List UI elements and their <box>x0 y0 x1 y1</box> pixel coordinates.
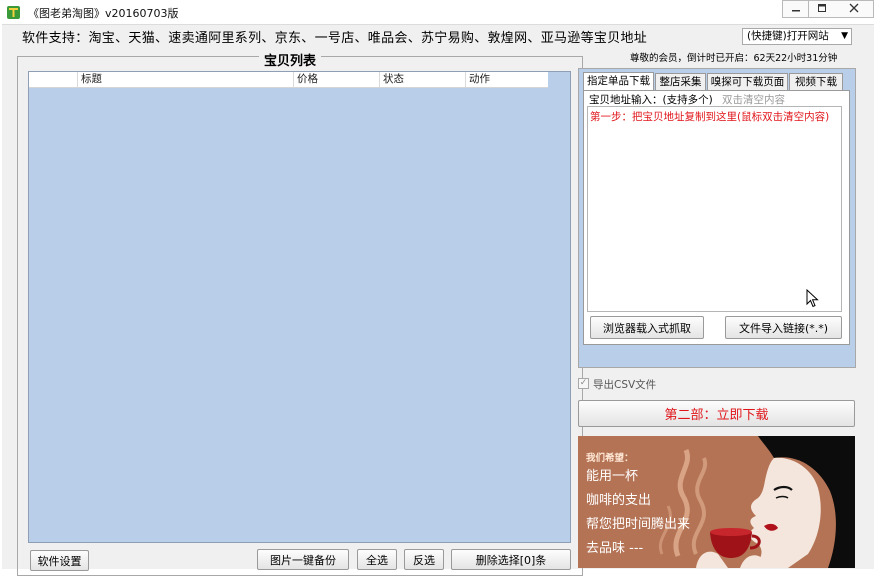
ad-hope-text: 我们希望： <box>586 453 634 464</box>
ad-line: 去品味 --- <box>586 541 644 556</box>
browser-load-button[interactable]: 浏览器载入式抓取 <box>590 316 704 339</box>
window-title: 《图老弟淘图》v20160703版 <box>28 7 179 20</box>
member-countdown: 尊敬的会员，倒计时已开启：62天22小时31分钟 <box>630 53 838 64</box>
ad-line: 能用一杯 <box>586 469 639 484</box>
minimize-button[interactable] <box>782 0 809 18</box>
mouse-cursor-icon <box>806 288 820 312</box>
quick-select-value: (快捷键)打开网站 <box>747 30 829 42</box>
close-button[interactable] <box>834 0 874 18</box>
column-header-title[interactable]: 标题 <box>77 72 293 87</box>
delete-selected-button[interactable]: 删除选择[0]条 <box>451 549 571 570</box>
maximize-button[interactable] <box>808 0 835 18</box>
close-icon <box>849 3 859 16</box>
column-header-status[interactable]: 状态 <box>379 72 465 87</box>
url-input-label: 宝贝地址输入：(支持多个) <box>589 94 713 106</box>
select-all-button[interactable]: 全选 <box>357 549 397 570</box>
column-header-blank[interactable] <box>29 72 77 87</box>
item-list-view[interactable] <box>28 71 571 543</box>
file-import-button[interactable]: 文件导入链接(*.*) <box>725 316 842 339</box>
image-backup-button[interactable]: 图片一键备份 <box>257 549 349 570</box>
tab-video-download[interactable]: 视频下载 <box>789 73 843 90</box>
invert-selection-button[interactable]: 反选 <box>404 549 444 570</box>
maximize-icon <box>817 3 827 16</box>
tab-single-item-download[interactable]: 指定单品下载 <box>583 72 654 91</box>
url-input-hint: 双击清空内容 <box>722 94 785 106</box>
item-list-title: 宝贝列表 <box>259 50 322 69</box>
item-list-header: 标题 价格 状态 动作 <box>29 72 548 88</box>
minimize-icon <box>791 3 801 16</box>
export-csv-label: 导出CSV文件 <box>593 379 657 391</box>
ad-line: 咖啡的支出 <box>586 493 652 508</box>
step-one-instruction: 第一步：把宝贝地址复制到这里(鼠标双击清空内容) <box>590 111 830 123</box>
download-now-button[interactable]: 第二部：立即下载 <box>578 400 855 427</box>
tab-shop-collect[interactable]: 整店采集 <box>655 73 706 90</box>
chevron-down-icon: ▼ <box>841 31 848 41</box>
column-header-price[interactable]: 价格 <box>293 72 379 87</box>
tab-sniff-pages[interactable]: 嗅探可下载页面 <box>707 73 788 90</box>
export-csv-checkbox[interactable]: ✓ <box>578 378 589 389</box>
quick-open-site-select[interactable]: (快捷键)打开网站 ▼ <box>742 28 852 45</box>
column-header-action[interactable]: 动作 <box>465 72 548 87</box>
app-logo-icon <box>6 5 21 20</box>
support-text: 软件支持：淘宝、天猫、速卖通阿里系列、京东、一号店、唯品会、苏宁易购、敦煌网、亚… <box>22 31 648 46</box>
ad-line: 帮您把时间腾出来 <box>586 517 691 532</box>
url-textarea[interactable] <box>587 106 842 312</box>
